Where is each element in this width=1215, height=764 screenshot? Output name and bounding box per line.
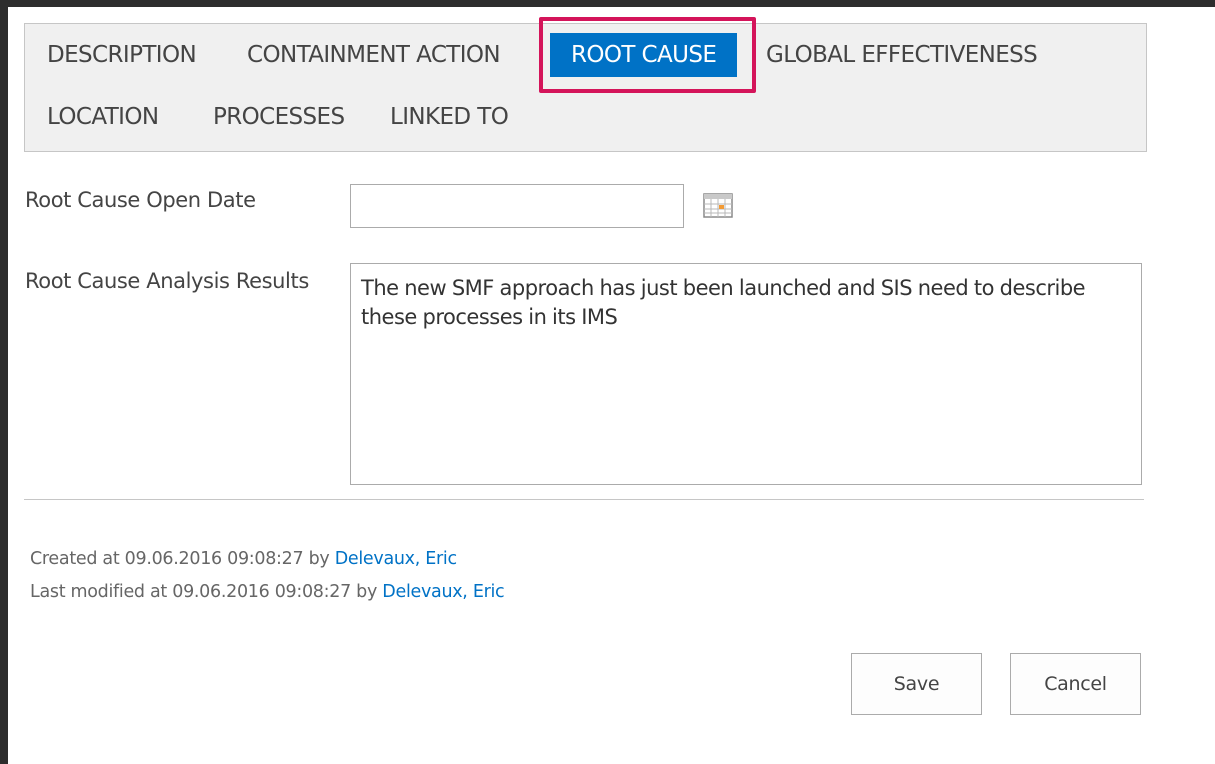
divider xyxy=(24,499,1144,500)
cancel-button[interactable]: Cancel xyxy=(1010,653,1141,715)
modified-info: Last modified at 09.06.2016 09:08:27 by … xyxy=(30,582,505,602)
tab-location[interactable]: LOCATION xyxy=(47,95,159,139)
tab-root-cause[interactable]: ROOT CAUSE xyxy=(550,33,738,77)
tab-processes[interactable]: PROCESSES xyxy=(213,95,345,139)
created-info: Created at 09.06.2016 09:08:27 by Deleva… xyxy=(30,549,457,569)
open-date-input[interactable] xyxy=(350,184,684,228)
tab-containment-action[interactable]: CONTAINMENT ACTION xyxy=(247,33,501,77)
results-label: Root Cause Analysis Results xyxy=(25,269,309,293)
tab-global-effectiveness[interactable]: GLOBAL EFFECTIVENESS xyxy=(766,33,1038,77)
created-text: Created at 09.06.2016 09:08:27 by xyxy=(30,549,335,569)
tab-description[interactable]: DESCRIPTION xyxy=(47,33,197,77)
form-panel: DESCRIPTION CONTAINMENT ACTION ROOT CAUS… xyxy=(8,7,1215,764)
created-by-link[interactable]: Delevaux, Eric xyxy=(335,549,457,569)
modified-text: Last modified at 09.06.2016 09:08:27 by xyxy=(30,582,383,602)
calendar-icon[interactable] xyxy=(703,192,734,219)
save-button[interactable]: Save xyxy=(851,653,982,715)
results-textarea[interactable]: The new SMF approach has just been launc… xyxy=(350,263,1142,485)
tab-bar: DESCRIPTION CONTAINMENT ACTION ROOT CAUS… xyxy=(24,23,1147,152)
tab-linked-to[interactable]: LINKED TO xyxy=(390,95,509,139)
open-date-label: Root Cause Open Date xyxy=(25,188,256,212)
modified-by-link[interactable]: Delevaux, Eric xyxy=(382,582,504,602)
